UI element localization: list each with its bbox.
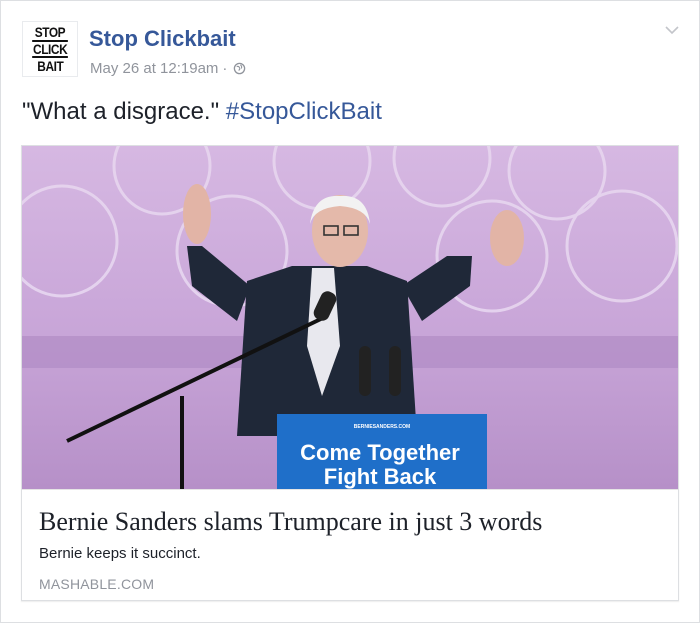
link-subtitle: Bernie keeps it succinct. — [39, 545, 201, 562]
page-avatar[interactable]: STOP CLICK BAIT — [22, 21, 78, 77]
chevron-down-icon[interactable] — [665, 25, 679, 35]
hashtag-link[interactable]: #StopClickBait — [226, 98, 382, 125]
globe-icon[interactable] — [233, 62, 246, 75]
speaker-photo: BERNIESANDERS.COM Come Together Fight Ba… — [22, 146, 678, 489]
post-meta: May 26 at 12:19am · — [90, 60, 246, 77]
post-timestamp[interactable]: May 26 at 12:19am — [90, 60, 218, 77]
page-name-link[interactable]: Stop Clickbait — [89, 26, 236, 52]
avatar-line-3: BAIT — [36, 58, 64, 74]
meta-separator: · — [222, 60, 228, 77]
podium-sign-bottom: Fight Back — [324, 464, 437, 489]
avatar-line-1: STOP — [34, 24, 66, 40]
link-preview-card[interactable]: BERNIESANDERS.COM Come Together Fight Ba… — [21, 145, 679, 601]
podium-small-text: BERNIESANDERS.COM — [354, 424, 410, 430]
link-caption[interactable]: Bernie Sanders slams Trumpcare in just 3… — [22, 489, 678, 600]
avatar-line-2: CLICK — [32, 40, 68, 58]
link-headline[interactable]: Bernie Sanders slams Trumpcare in just 3… — [39, 507, 542, 537]
link-domain: MASHABLE.COM — [39, 576, 155, 592]
post-quote: "What a disgrace." — [22, 98, 226, 125]
post-card: STOP CLICK BAIT Stop Clickbait May 26 at… — [0, 0, 700, 623]
post-text: "What a disgrace." #StopClickBait — [22, 98, 382, 126]
podium-sign-top: Come Together — [300, 440, 460, 465]
link-preview-image[interactable]: BERNIESANDERS.COM Come Together Fight Ba… — [22, 146, 678, 489]
